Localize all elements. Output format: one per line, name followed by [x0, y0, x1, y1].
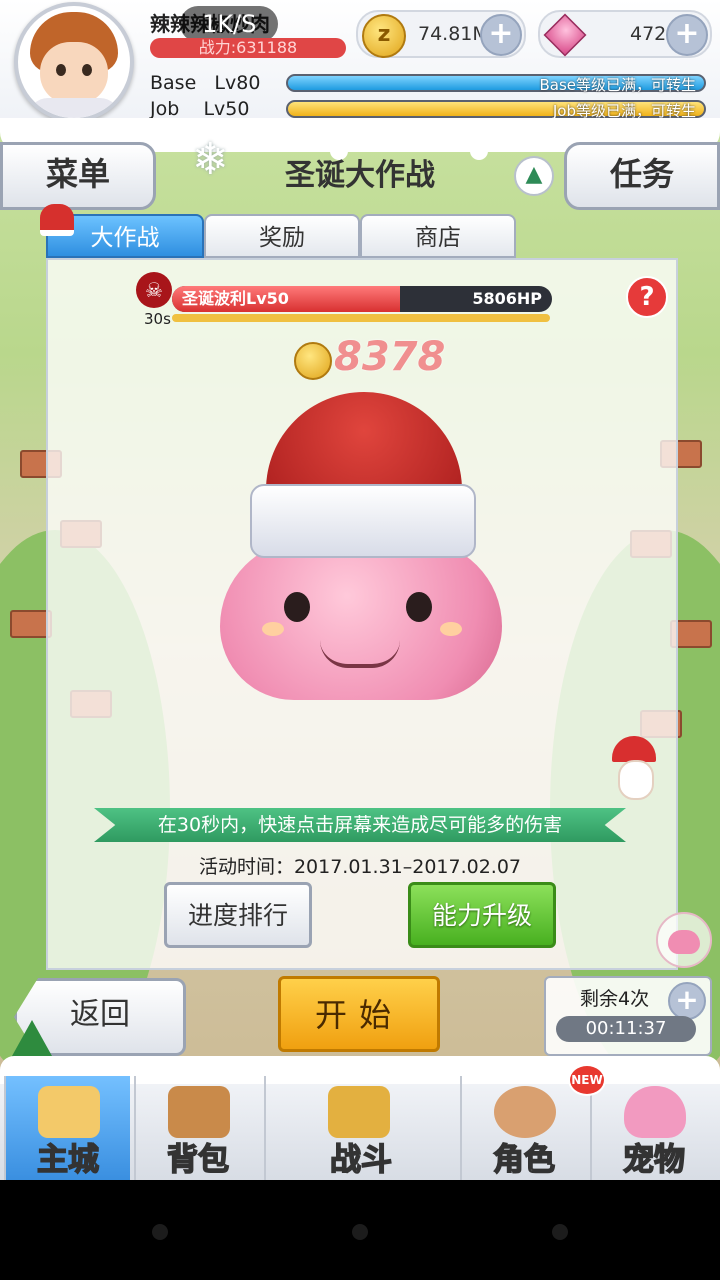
santa-icon — [604, 736, 664, 800]
damage-fist-icon — [294, 342, 332, 380]
base-level-row: Base Lv80 — [150, 72, 260, 94]
damage-score: 8378 — [334, 334, 446, 380]
help-button[interactable]: ? — [626, 276, 668, 318]
add-zeny-button[interactable]: + — [480, 14, 522, 56]
boss-hp: 5806HP — [472, 289, 542, 308]
combat-power: 战力:631188 — [150, 38, 346, 58]
backpack-icon — [168, 1086, 230, 1138]
tab-shop[interactable]: 商店 — [360, 214, 516, 258]
system-back-button[interactable] — [152, 1224, 168, 1240]
santa-hat-icon — [40, 204, 74, 236]
upgrade-button[interactable]: 能力升级 — [408, 882, 556, 948]
boss-name: 圣诞波利Lv50 — [182, 289, 289, 308]
crossed-swords-icon — [328, 1086, 390, 1138]
gem-icon — [543, 13, 587, 57]
ranking-button[interactable]: 进度排行 — [164, 882, 312, 948]
boss-icon: ☠ — [136, 272, 172, 308]
base-level: Lv80 — [214, 72, 261, 94]
system-recents-button[interactable] — [552, 1224, 568, 1240]
nav-main-city[interactable]: 主城 — [4, 1076, 130, 1180]
nav-pet[interactable]: 宠物 — [590, 1076, 716, 1180]
job-exp-bar: Job等级已满，可转生 — [286, 100, 706, 120]
player-avatar[interactable] — [14, 2, 134, 122]
quest-button[interactable]: 任务 — [564, 142, 720, 210]
battle-timer: 30s — [144, 310, 171, 328]
job-label: Job — [150, 98, 180, 120]
job-level: Lv50 — [203, 98, 250, 120]
gem-counter: 472 + — [538, 10, 712, 58]
remaining-attempts: 剩余4次 — [580, 988, 650, 1010]
zeny-coin-icon: z — [362, 14, 406, 58]
job-level-row: Job Lv50 — [150, 98, 249, 120]
pet-shortcut-icon[interactable] — [656, 912, 712, 968]
menu-button[interactable]: 菜单 — [0, 142, 156, 210]
start-button[interactable]: 开始 — [278, 976, 440, 1052]
nav-battle[interactable]: 战斗 — [264, 1076, 456, 1180]
nav-character[interactable]: 角色 — [460, 1076, 586, 1180]
character-icon — [494, 1086, 556, 1138]
new-badge: NEW — [568, 1064, 606, 1096]
boss-hp-bar: 圣诞波利Lv50 5806HP — [172, 286, 552, 312]
zeny-counter: z 74.81M + — [356, 10, 526, 58]
base-label: Base — [150, 72, 197, 94]
instruction-banner: 在30秒内，快速点击屏幕来造成尽可能多的伤害 — [94, 808, 626, 842]
timer-bar — [172, 314, 550, 322]
network-speed-overlay: 1K/S — [180, 6, 279, 42]
poring-pet-icon — [624, 1086, 686, 1138]
gem-value: 472 — [630, 23, 667, 45]
zeny-value: 74.81M — [418, 23, 489, 45]
castle-icon — [38, 1086, 100, 1138]
tab-rewards[interactable]: 奖励 — [204, 214, 360, 258]
nav-backpack[interactable]: 背包 — [134, 1076, 260, 1180]
add-gem-button[interactable]: + — [666, 14, 708, 56]
event-period: 活动时间：2017.01.31–2017.02.07 — [198, 856, 522, 878]
add-attempts-button[interactable]: + — [668, 982, 706, 1020]
ornament-icon: ▲ — [514, 156, 554, 196]
system-home-button[interactable] — [352, 1224, 368, 1240]
countdown-timer: 00:11:37 — [556, 1016, 696, 1042]
christmas-poring-boss[interactable] — [220, 540, 502, 700]
base-exp-bar: Base等级已满，可转生 — [286, 74, 706, 94]
snowflake-icon: ❄ — [192, 134, 229, 185]
page-title: 圣诞大作战 — [285, 158, 435, 193]
